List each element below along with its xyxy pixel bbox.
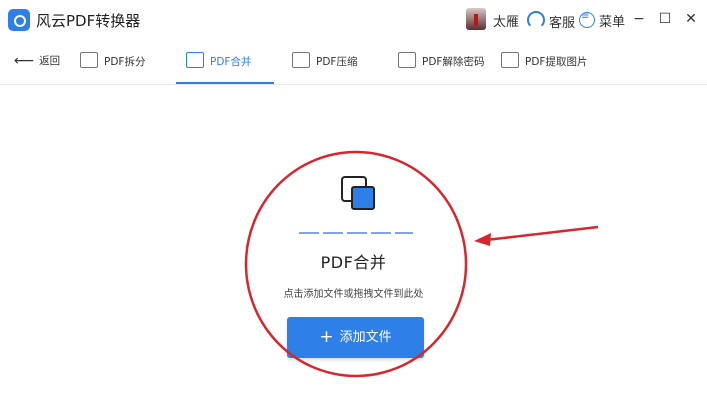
annotation-arrow-line — [485, 225, 599, 242]
annotation-arrow-head — [474, 233, 491, 246]
annotation-circle — [244, 150, 468, 378]
annotation-overlay — [244, 150, 599, 378]
